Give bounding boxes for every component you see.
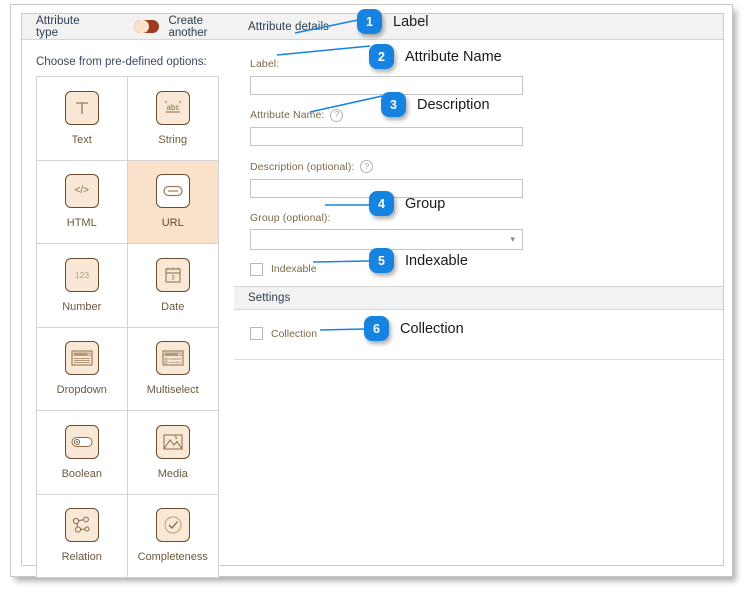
type-label-boolean: Boolean [62, 468, 102, 480]
type-label-multiselect: Multiselect [147, 384, 199, 396]
html-code-glyph: </> [75, 186, 89, 196]
attribute-type-title: Attribute type [22, 15, 96, 39]
field-description-row: Description (optional): ? [234, 160, 723, 212]
attribute-type-grid: Text abc String </> HTML [36, 76, 219, 578]
type-label-string: String [158, 134, 187, 146]
type-cell-multiselect[interactable]: Multiselect [128, 328, 219, 412]
settings-section-header: Settings [234, 286, 723, 310]
boolean-toggle-icon [65, 425, 99, 459]
settings-title: Settings [234, 292, 290, 304]
collection-checkbox-label: Collection [271, 328, 317, 340]
indexable-checkbox-label: Indexable [271, 263, 317, 275]
media-image-icon [156, 425, 190, 459]
type-cell-text[interactable]: Text [37, 77, 128, 161]
callout-text-4: Group [405, 196, 445, 212]
type-label-media: Media [158, 468, 188, 480]
help-icon[interactable]: ? [330, 109, 343, 122]
type-label-text: Text [72, 134, 92, 146]
type-cell-boolean[interactable]: Boolean [37, 411, 128, 495]
callout-badge-4[interactable]: 4 [369, 191, 394, 216]
svg-text:abc: abc [166, 103, 179, 112]
type-cell-media[interactable]: Media [128, 411, 219, 495]
attribute-details-form: Label: Attribute Name: ? Description (op… [234, 40, 723, 276]
attribute-details-panel-header: Attribute details [234, 14, 723, 40]
callout-6: 6 Collection [364, 316, 464, 341]
indexable-checkbox[interactable] [250, 263, 263, 276]
type-cell-url[interactable]: URL [128, 161, 219, 245]
chevron-down-icon: ▾ [510, 235, 515, 244]
type-label-html: HTML [67, 217, 97, 229]
settings-divider [234, 359, 723, 360]
callout-2: 2 Attribute Name [369, 44, 502, 69]
type-label-completeness: Completeness [138, 551, 208, 563]
attribute-name-input[interactable] [250, 127, 523, 146]
collection-checkbox[interactable] [250, 327, 263, 340]
text-t-icon [65, 91, 99, 125]
callout-3: 3 Description [381, 92, 490, 117]
callout-badge-2[interactable]: 2 [369, 44, 394, 69]
relation-nodes-icon [65, 508, 99, 542]
svg-text:3: 3 [171, 275, 175, 281]
attribute-type-panel-header: Attribute type Create another [22, 14, 234, 40]
type-cell-html[interactable]: </> HTML [37, 161, 128, 245]
type-cell-relation[interactable]: Relation [37, 495, 128, 579]
string-abc-icon: abc [156, 91, 190, 125]
type-label-dropdown: Dropdown [57, 384, 107, 396]
number-123-icon: 123 [65, 258, 99, 292]
type-cell-string[interactable]: abc String [128, 77, 219, 161]
callout-badge-1[interactable]: 1 [357, 9, 382, 34]
type-cell-date[interactable]: 3 Date [128, 244, 219, 328]
group-select[interactable]: ▾ [250, 229, 523, 250]
create-another-toggle[interactable] [134, 20, 160, 33]
group-field-caption: Group (optional): [250, 212, 723, 224]
callout-text-2: Attribute Name [405, 49, 502, 65]
callout-text-3: Description [417, 97, 490, 113]
description-field-caption: Description (optional): ? [250, 160, 723, 173]
field-group-row: Group (optional): ▾ [234, 212, 723, 250]
type-label-url: URL [162, 217, 184, 229]
callout-text-5: Indexable [405, 253, 468, 269]
window-frame: Attribute type Create another Choose fro… [10, 4, 733, 577]
callout-5: 5 Indexable [369, 248, 468, 273]
date-calendar-icon: 3 [156, 258, 190, 292]
callout-badge-6[interactable]: 6 [364, 316, 389, 341]
type-label-relation: Relation [62, 551, 102, 563]
callout-1: 1 Label [357, 9, 428, 34]
type-cell-completeness[interactable]: Completeness [128, 495, 219, 579]
url-link-icon [156, 174, 190, 208]
create-another-label: Create another [168, 15, 234, 39]
type-cell-dropdown[interactable]: Dropdown [37, 328, 128, 412]
type-cell-number[interactable]: 123 Number [37, 244, 128, 328]
callout-text-6: Collection [400, 321, 464, 337]
callout-text-1: Label [393, 14, 428, 30]
indexable-checkbox-row[interactable]: Indexable [234, 263, 723, 276]
callout-4: 4 Group [369, 191, 445, 216]
callout-badge-5[interactable]: 5 [369, 248, 394, 273]
create-another-toggle-wrap: Create another [134, 15, 234, 39]
attribute-type-panel: Attribute type Create another Choose fro… [21, 13, 235, 566]
type-label-date: Date [161, 301, 184, 313]
settings-section-body: Collection [234, 327, 723, 340]
html-code-icon: </> [65, 174, 99, 208]
type-label-number: Number [62, 301, 101, 313]
svg-text:123: 123 [75, 270, 89, 280]
help-icon[interactable]: ? [360, 160, 373, 173]
attribute-details-title: Attribute details [234, 21, 329, 33]
toggle-knob [134, 20, 149, 33]
completeness-check-icon [156, 508, 190, 542]
dropdown-list-icon [65, 341, 99, 375]
choose-options-label: Choose from pre-defined options: [22, 40, 234, 68]
collection-checkbox-row[interactable]: Collection [234, 327, 723, 340]
multiselect-icon [156, 341, 190, 375]
callout-badge-3[interactable]: 3 [381, 92, 406, 117]
